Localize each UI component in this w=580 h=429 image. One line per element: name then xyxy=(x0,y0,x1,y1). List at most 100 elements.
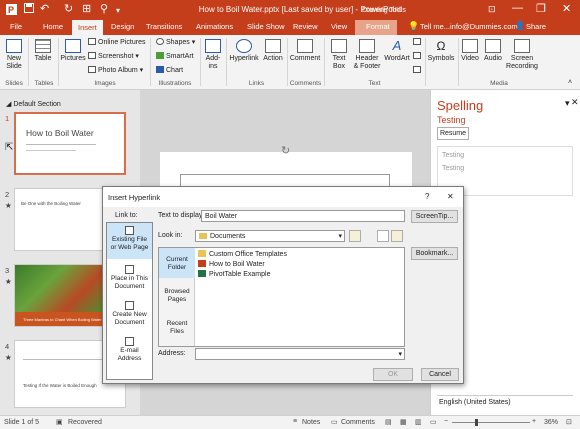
bookmark-button[interactable]: Bookmark... xyxy=(411,247,458,260)
tab-review[interactable]: Review xyxy=(293,22,318,31)
look-in-label: Look in: xyxy=(158,232,183,239)
zoom-in-icon[interactable]: + xyxy=(532,418,536,425)
account-name[interactable]: info@Dummies.com xyxy=(450,22,518,31)
email-address-option[interactable]: E-mail Address xyxy=(107,337,152,362)
pictures-icon xyxy=(65,39,81,53)
tab-transitions[interactable]: Transitions xyxy=(146,22,182,31)
file-list-item[interactable]: PivotTable Example xyxy=(198,270,270,278)
comment-button[interactable]: Comment xyxy=(289,39,321,63)
suggestion-item[interactable]: Testing xyxy=(442,165,464,172)
slide-3-title: Three Mantras to Chant When Boiling Wate… xyxy=(23,317,102,322)
chart-icon xyxy=(156,66,164,73)
wordart-icon: A xyxy=(392,38,402,53)
group-links: Links xyxy=(248,80,265,87)
place-in-document-option[interactable]: Place in This Document xyxy=(107,265,152,290)
shapes-button[interactable]: Shapes ▾ xyxy=(156,38,195,46)
tab-format[interactable]: Format xyxy=(366,22,390,31)
recent-files-shortcut[interactable]: Recent Files xyxy=(163,320,191,335)
screen-recording-button[interactable]: Screen Recording xyxy=(505,39,539,71)
slide-show-icon[interactable]: ▭ xyxy=(430,418,437,426)
smartart-icon xyxy=(156,52,164,59)
add-ins-button[interactable]: Add- ins xyxy=(203,39,223,71)
rotate-handle-icon[interactable]: ↻ xyxy=(281,144,290,157)
help-icon[interactable]: ? xyxy=(425,192,429,201)
share-button[interactable]: Share xyxy=(526,22,546,31)
text-more-icon-1[interactable] xyxy=(413,38,423,46)
slide-4-star-icon: ★ xyxy=(5,353,12,362)
table-button[interactable]: Table xyxy=(32,39,54,63)
minimize-icon[interactable]: — xyxy=(512,2,523,14)
dialog-close-icon[interactable]: ✕ xyxy=(447,192,454,201)
normal-view-icon[interactable]: ▤ xyxy=(385,418,392,426)
notes-button[interactable]: Notes xyxy=(302,419,320,426)
photo-album-icon xyxy=(88,66,96,73)
new-slide-button[interactable]: New Slide xyxy=(3,39,25,71)
tab-design[interactable]: Design xyxy=(111,22,134,31)
fit-to-window-icon[interactable]: ⊡ xyxy=(566,418,572,426)
header-footer-button[interactable]: Header & Footer xyxy=(352,39,382,71)
collapse-ribbon-icon[interactable]: ˄ xyxy=(568,79,572,86)
wordart-button[interactable]: A WordArt xyxy=(383,39,411,63)
text-more-icon-2[interactable] xyxy=(413,52,423,60)
browse-file-icon[interactable] xyxy=(391,230,403,242)
smartart-button[interactable]: SmartArt xyxy=(156,52,194,60)
slide-thumbnail-1[interactable]: How to Boil Water xyxy=(14,112,126,175)
tab-slide-show[interactable]: Slide Show xyxy=(247,22,285,31)
pane-close-icon[interactable]: ✕ xyxy=(571,97,579,108)
look-in-dropdown[interactable]: Documents ▾ xyxy=(195,230,345,242)
screen-recording-icon xyxy=(514,39,530,53)
comments-button[interactable]: Comments xyxy=(341,419,375,426)
photo-album-button[interactable]: Photo Album ▾ xyxy=(88,66,143,74)
zoom-level[interactable]: 36% xyxy=(544,419,558,426)
pane-options-icon[interactable]: ▾ xyxy=(565,98,570,109)
online-pictures-button[interactable]: Online Pictures xyxy=(88,38,145,46)
resume-button[interactable]: Resume xyxy=(437,127,469,140)
text-more-icon-3[interactable] xyxy=(413,66,423,74)
pictures-button[interactable]: Pictures xyxy=(60,39,86,63)
hyperlink-button[interactable]: Hyperlink xyxy=(228,39,260,63)
audio-button[interactable]: Audio xyxy=(482,39,504,63)
file-list-item[interactable]: How to Boil Water xyxy=(198,260,265,268)
current-folder-shortcut[interactable]: Current Folder xyxy=(163,256,191,271)
suggestion-item[interactable]: Testing xyxy=(442,152,464,159)
text-to-display-input[interactable]: Boil Water xyxy=(201,210,405,222)
tab-home[interactable]: Home xyxy=(43,22,63,31)
zoom-out-icon[interactable]: − xyxy=(444,418,448,425)
spell-check-icon[interactable]: ▣ xyxy=(56,418,63,426)
file-list-item[interactable]: Custom Office Templates xyxy=(198,250,287,258)
cancel-button[interactable]: Cancel xyxy=(421,368,459,381)
browse-web-icon[interactable] xyxy=(377,230,389,242)
status-bar: Slide 1 of 5 ▣ Recovered ≡ Notes ▭ Comme… xyxy=(0,415,580,429)
text-box-button[interactable]: Text Box xyxy=(327,39,351,71)
zoom-slider[interactable] xyxy=(452,422,530,423)
section-header[interactable]: ◢ Default Section xyxy=(6,100,61,108)
reading-view-icon[interactable]: ▥ xyxy=(415,418,422,426)
browsed-pages-shortcut[interactable]: Browsed Pages xyxy=(163,288,191,303)
screenshot-button[interactable]: Screenshot ▾ xyxy=(88,52,139,60)
title-bar: P ↶ ↻ ⊞ ⚲ ▾ How to Boil Water.pptx [Last… xyxy=(0,0,580,20)
up-folder-icon[interactable] xyxy=(349,230,361,242)
action-button[interactable]: Action xyxy=(261,39,285,63)
recovered-status: Recovered xyxy=(68,419,102,426)
ribbon-display-icon[interactable]: ⊡ xyxy=(488,4,496,15)
language-selector[interactable]: English (United States) xyxy=(439,399,511,406)
email-icon xyxy=(125,337,134,346)
window-close-icon[interactable]: ✕ xyxy=(562,2,571,15)
ok-button[interactable]: OK xyxy=(373,368,413,381)
create-new-document-option[interactable]: Create New Document xyxy=(107,301,152,326)
group-text: Text xyxy=(368,80,381,87)
zoom-slider-thumb[interactable] xyxy=(475,419,478,426)
video-button[interactable]: Video xyxy=(460,39,480,63)
address-input[interactable]: ▾ xyxy=(195,348,405,360)
tab-view[interactable]: View xyxy=(331,22,347,31)
slide-sorter-icon[interactable]: ▦ xyxy=(400,418,407,426)
restore-icon[interactable]: ❐ xyxy=(536,2,546,15)
tab-file[interactable]: File xyxy=(10,22,22,31)
tab-animations[interactable]: Animations xyxy=(196,22,233,31)
tell-me-input[interactable]: Tell me... xyxy=(420,22,450,31)
existing-file-option[interactable]: Existing File or Web Page xyxy=(107,226,152,251)
chart-button[interactable]: Chart xyxy=(156,66,183,74)
symbols-button[interactable]: Ω Symbols xyxy=(426,39,456,63)
tab-insert[interactable]: Insert xyxy=(72,20,103,35)
screentip-button[interactable]: ScreenTip... xyxy=(411,210,458,223)
